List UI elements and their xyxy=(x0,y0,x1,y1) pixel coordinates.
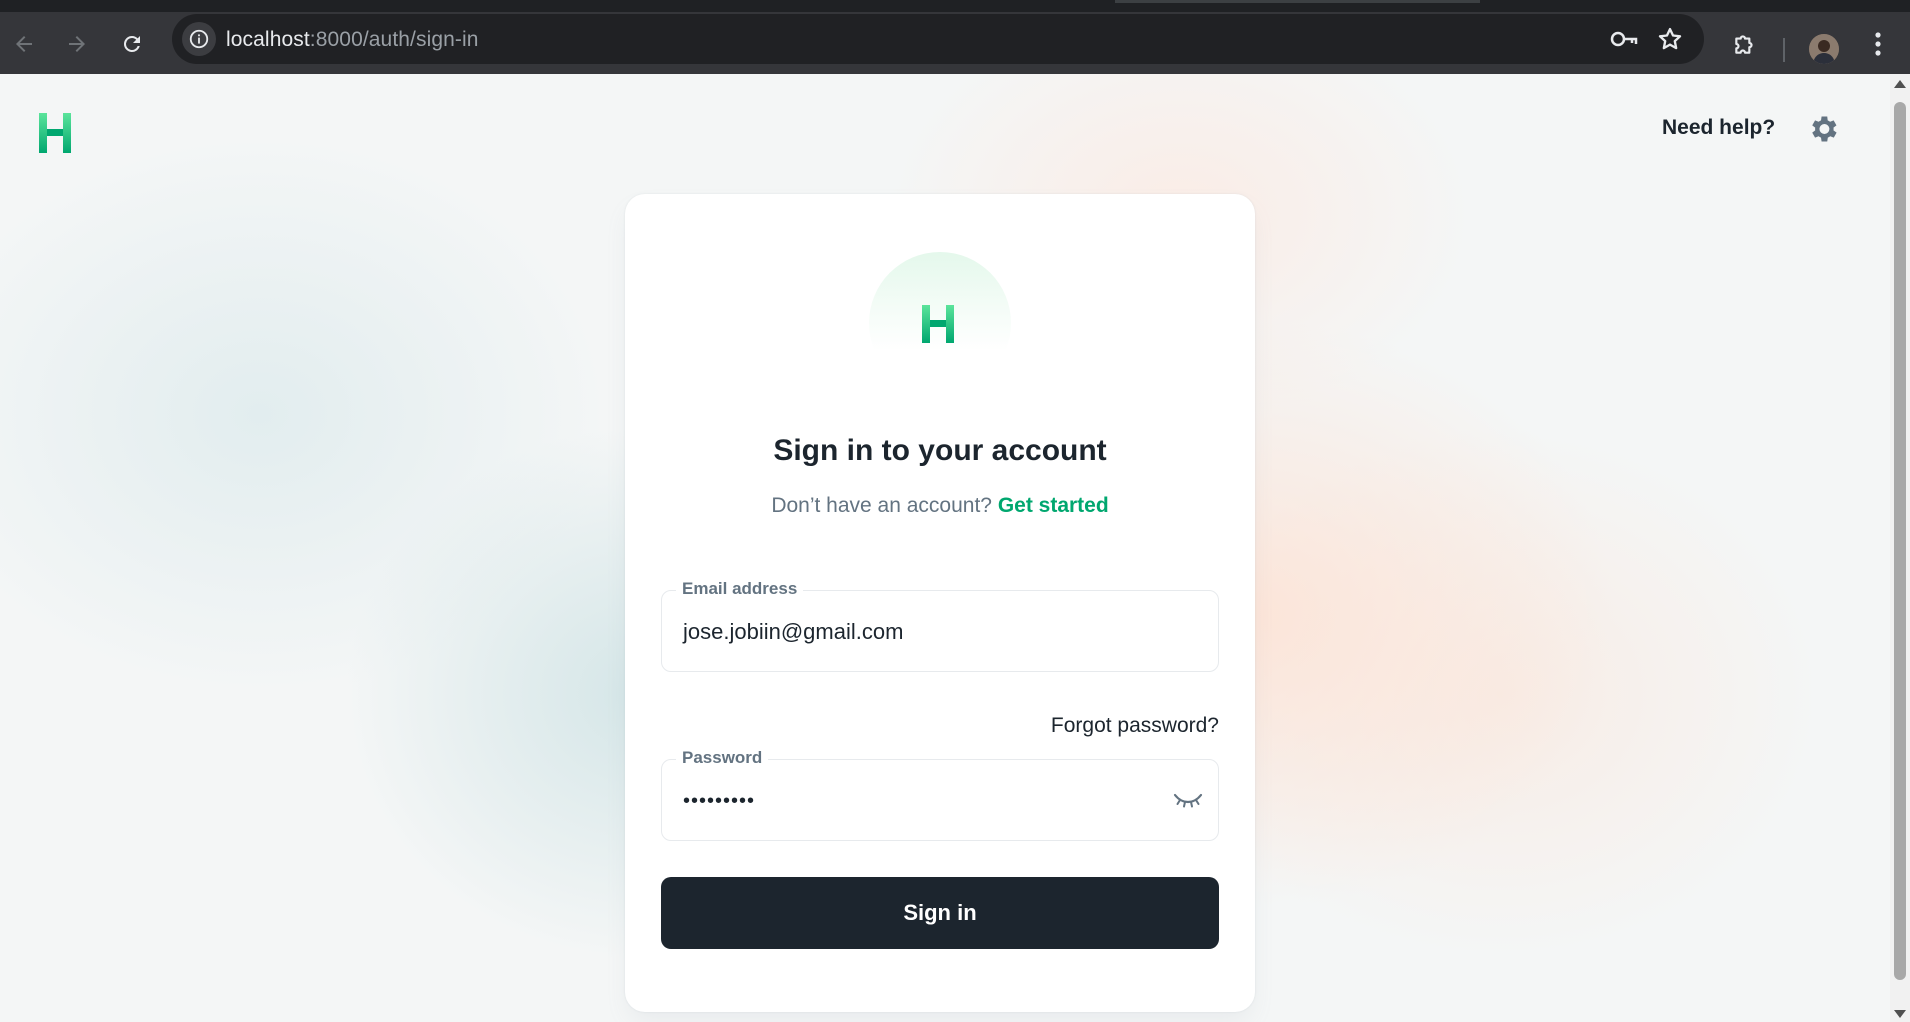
arrow-left-icon xyxy=(16,36,32,52)
info-icon xyxy=(189,29,209,49)
tab-indicator xyxy=(1115,0,1480,3)
scroll-up-arrow[interactable] xyxy=(1894,80,1906,88)
url-path: :8000/auth/sign-in xyxy=(309,28,479,51)
more-vertical-icon xyxy=(1875,32,1881,56)
scroll-down-arrow[interactable] xyxy=(1894,1010,1906,1018)
puzzle-icon xyxy=(1735,35,1753,54)
browser-tab-strip xyxy=(0,0,1910,12)
browser-menu-button[interactable] xyxy=(1860,26,1896,62)
forward-button[interactable] xyxy=(59,26,95,62)
scrollbar-thumb[interactable] xyxy=(1894,102,1906,980)
password-field[interactable]: Password ••••••••• xyxy=(661,748,1219,841)
url-text[interactable]: localhost:8000/auth/sign-in xyxy=(226,28,479,52)
site-info-button[interactable] xyxy=(182,22,216,56)
page-content: Need help? Sign in to your account Don’t… xyxy=(0,74,1890,1022)
need-help-link[interactable]: Need help? xyxy=(1662,116,1775,140)
card-logo xyxy=(922,305,954,343)
get-started-link[interactable]: Get started xyxy=(998,494,1109,517)
avatar[interactable] xyxy=(1809,34,1839,64)
gear-icon[interactable] xyxy=(1806,112,1840,146)
browser-toolbar: localhost:8000/auth/sign-in xyxy=(0,12,1910,74)
email-label: Email address xyxy=(676,579,804,599)
key-icon xyxy=(1610,31,1638,47)
sign-in-button[interactable]: Sign in xyxy=(661,877,1219,949)
profile-photo xyxy=(1809,34,1839,64)
reload-button[interactable] xyxy=(114,26,150,62)
toolbar-divider xyxy=(1783,38,1785,62)
back-button[interactable] xyxy=(6,26,42,62)
extensions-button[interactable] xyxy=(1727,26,1763,62)
brand-logo[interactable] xyxy=(38,112,72,154)
arrow-right-icon xyxy=(69,36,85,52)
signup-prompt-text: Don’t have an account? xyxy=(771,494,992,517)
password-value[interactable]: ••••••••• xyxy=(683,790,755,813)
url-host: localhost xyxy=(226,28,310,51)
page-scrollbar[interactable] xyxy=(1890,74,1910,1022)
eye-closed-icon[interactable] xyxy=(1172,786,1204,812)
signin-card: Sign in to your account Don’t have an ac… xyxy=(625,194,1255,1012)
signup-prompt: Don’t have an account? Get started xyxy=(625,494,1255,518)
reload-icon xyxy=(123,35,140,52)
page-title: Sign in to your account xyxy=(773,434,1107,467)
password-label: Password xyxy=(676,748,769,768)
forgot-password-link[interactable]: Forgot password? xyxy=(1051,714,1219,738)
password-key-button[interactable] xyxy=(1610,26,1638,57)
bookmark-button[interactable] xyxy=(1656,25,1684,58)
email-value[interactable]: jose.jobiin@gmail.com xyxy=(683,619,903,645)
address-bar[interactable]: localhost:8000/auth/sign-in xyxy=(172,14,1704,64)
star-icon xyxy=(1658,27,1682,50)
email-field[interactable]: Email address jose.jobiin@gmail.com xyxy=(661,579,1219,672)
